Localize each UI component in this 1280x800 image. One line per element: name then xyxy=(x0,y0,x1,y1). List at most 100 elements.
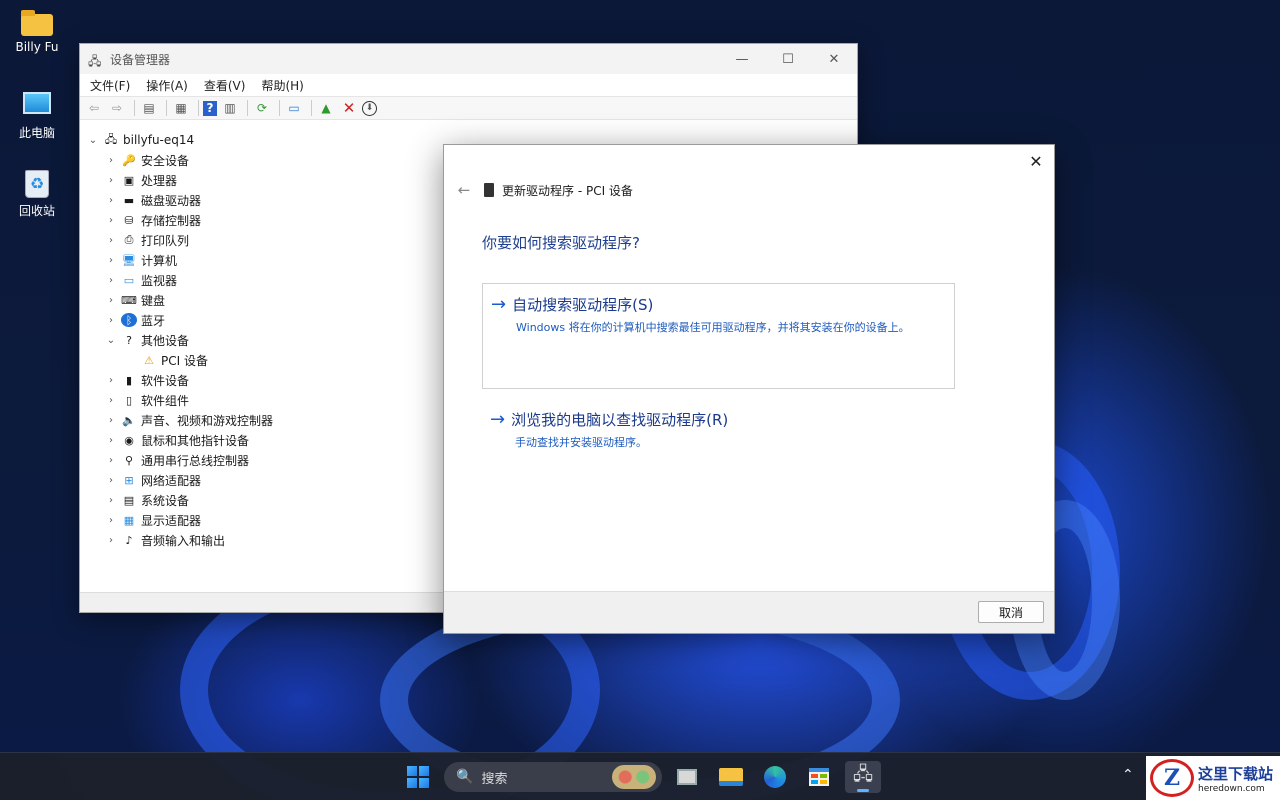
disable-device-icon[interactable]: ⬇ xyxy=(362,100,377,116)
chevron-right-icon[interactable]: › xyxy=(104,295,118,306)
action-pane-icon[interactable]: ▥ xyxy=(220,99,240,117)
chevron-right-icon[interactable]: › xyxy=(104,175,118,186)
tree-category[interactable]: › ▯ 软件组件 xyxy=(80,390,444,410)
chevron-right-icon[interactable]: › xyxy=(104,235,118,246)
tree-category[interactable]: › ⛁ 存储控制器 xyxy=(80,210,444,230)
start-button[interactable] xyxy=(400,761,436,793)
tree-category[interactable]: › ▭ 监视器 xyxy=(80,270,444,290)
tree-child-item[interactable]: ⚠ PCI 设备 xyxy=(80,350,444,370)
file-explorer-button[interactable] xyxy=(713,761,749,793)
computer-icon: 🖥 xyxy=(122,253,136,267)
chevron-right-icon[interactable]: › xyxy=(104,215,118,226)
chevron-down-icon[interactable]: ⌄ xyxy=(86,135,100,146)
toolbar: ⇦ ⇨ ▤ ▦ ? ▥ ⟳ ▭ ▲ ✕ ⬇ xyxy=(80,96,857,120)
chevron-down-icon[interactable]: ⌄ xyxy=(104,335,118,346)
tree-category[interactable]: › ⌨ 键盘 xyxy=(80,290,444,310)
auto-search-description: Windows 将在你的计算机中搜索最佳可用驱动程序，并将其安装在你的设备上。 xyxy=(516,321,910,334)
chevron-right-icon[interactable]: › xyxy=(104,515,118,526)
menu-file[interactable]: 文件(F) xyxy=(86,77,134,94)
chevron-right-icon[interactable]: › xyxy=(104,495,118,506)
auto-search-option[interactable]: → 自动搜索驱动程序(S) Windows 将在你的计算机中搜索最佳可用驱动程序… xyxy=(482,283,955,389)
scan-hardware-icon[interactable]: ▭ xyxy=(284,99,304,117)
device-manager-taskbar-button[interactable]: 🖧 xyxy=(845,761,881,793)
chevron-right-icon[interactable]: › xyxy=(104,155,118,166)
minimize-icon[interactable]: — xyxy=(719,44,765,74)
chevron-right-icon[interactable]: › xyxy=(104,275,118,286)
tree-item-label: 安全设备 xyxy=(141,153,190,168)
enable-device-icon[interactable]: ▲ xyxy=(316,99,336,117)
maximize-icon[interactable]: ☐ xyxy=(765,44,811,74)
close-icon[interactable]: ✕ xyxy=(1024,149,1048,173)
show-hide-tree-icon[interactable]: ▤ xyxy=(139,99,159,117)
uninstall-device-icon[interactable]: ✕ xyxy=(339,99,359,117)
chevron-right-icon[interactable]: › xyxy=(104,195,118,206)
desktop-icon-user-folder[interactable]: Billy Fu xyxy=(8,10,66,54)
tree-root[interactable]: ⌄ 🖧 billyfu-eq14 xyxy=(80,130,444,150)
tree-category[interactable]: › ▮ 软件设备 xyxy=(80,370,444,390)
tree-category[interactable]: › ▬ 磁盘驱动器 xyxy=(80,190,444,210)
tree-category[interactable]: › ⚲ 通用串行总线控制器 xyxy=(80,450,444,470)
device-manager-icon: 🖧 xyxy=(852,764,874,785)
tree-category[interactable]: › ⎙ 打印队列 xyxy=(80,230,444,250)
search-highlight-icon xyxy=(612,765,656,789)
chevron-right-icon[interactable]: › xyxy=(104,475,118,486)
unknown-device-icon: ? xyxy=(126,333,132,347)
tree-category[interactable]: ⌄? 其他设备 xyxy=(80,330,444,350)
toolbar-separator xyxy=(134,100,135,116)
storage-controller-icon: ⛁ xyxy=(124,213,134,227)
menu-view[interactable]: 查看(V) xyxy=(200,77,250,94)
menu-help[interactable]: 帮助(H) xyxy=(257,77,307,94)
toolbar-separator xyxy=(311,100,312,116)
computer-icon: 🖧 xyxy=(104,132,118,146)
menu-action[interactable]: 操作(A) xyxy=(142,77,192,94)
properties-icon[interactable]: ▦ xyxy=(171,99,191,117)
close-icon[interactable]: ✕ xyxy=(811,44,857,74)
tree-category[interactable]: › ▦ 显示适配器 xyxy=(80,510,444,530)
chevron-right-icon[interactable]: › xyxy=(104,455,118,466)
tree-item-label: 计算机 xyxy=(141,253,178,268)
desktop-icon-label: 此电脑 xyxy=(18,126,55,140)
tree-category[interactable]: › ⊞ 网络适配器 xyxy=(80,470,444,490)
tree-category[interactable]: › ♪ 音频输入和输出 xyxy=(80,530,444,550)
taskbar: 🔍 搜索 🖧 ⌃ xyxy=(0,752,1280,800)
tree-category[interactable]: › 🔈 声音、视频和游戏控制器 xyxy=(80,410,444,430)
back-arrow-icon[interactable]: ⇦ xyxy=(84,99,104,117)
chevron-right-icon[interactable]: › xyxy=(104,255,118,266)
folder-icon xyxy=(719,768,743,786)
task-view-icon xyxy=(677,769,697,785)
folder-icon xyxy=(21,10,53,36)
tree-category[interactable]: › ᛒ 蓝牙 xyxy=(80,310,444,330)
help-icon[interactable]: ? xyxy=(203,100,217,116)
tree-category[interactable]: › ▣ 处理器 xyxy=(80,170,444,190)
desktop-icon-this-pc[interactable]: 此电脑 xyxy=(8,90,66,141)
task-view-button[interactable] xyxy=(669,761,705,793)
edge-browser-button[interactable] xyxy=(757,761,793,793)
chevron-right-icon[interactable]: › xyxy=(104,395,118,406)
tree-category[interactable]: › ◉ 鼠标和其他指针设备 xyxy=(80,430,444,450)
chevron-right-icon[interactable]: › xyxy=(104,415,118,426)
chevron-right-icon[interactable]: › xyxy=(104,535,118,546)
chevron-right-icon[interactable]: › xyxy=(104,315,118,326)
show-hidden-icons-chevron-icon[interactable]: ⌃ xyxy=(1122,767,1134,783)
dialog-header: ← 更新驱动程序 - PCI 设备 xyxy=(452,181,633,199)
title-bar[interactable]: 🖧 设备管理器 — ☐ ✕ xyxy=(80,44,857,74)
update-driver-icon[interactable]: ⟳ xyxy=(252,99,272,117)
tree-item-label: 蓝牙 xyxy=(141,313,166,328)
display-adapter-icon: ▦ xyxy=(123,513,135,527)
chevron-right-icon[interactable]: › xyxy=(104,375,118,386)
chevron-right-icon[interactable]: › xyxy=(104,435,118,446)
tree-category[interactable]: › ▤ 系统设备 xyxy=(80,490,444,510)
microsoft-store-button[interactable] xyxy=(801,761,837,793)
browse-computer-option[interactable]: → 浏览我的电脑以查找驱动程序(R) 手动查找并安装驱动程序。 xyxy=(482,399,955,455)
taskbar-search[interactable]: 🔍 搜索 xyxy=(444,762,662,792)
desktop-icon-recycle-bin[interactable]: ♻ 回收站 xyxy=(8,170,66,219)
forward-arrow-icon[interactable]: ⇨ xyxy=(107,99,127,117)
security-key-icon: 🔑 xyxy=(122,153,136,167)
tree-item-label: 系统设备 xyxy=(141,493,190,508)
tree-category[interactable]: › 🔑 安全设备 xyxy=(80,150,444,170)
tree-category[interactable]: › 🖥 计算机 xyxy=(80,250,444,270)
back-arrow-icon[interactable]: ← xyxy=(452,181,476,199)
cancel-button[interactable]: 取消 xyxy=(978,601,1044,623)
window-title: 设备管理器 xyxy=(110,52,171,67)
tree-item-label: PCI 设备 xyxy=(161,353,208,368)
